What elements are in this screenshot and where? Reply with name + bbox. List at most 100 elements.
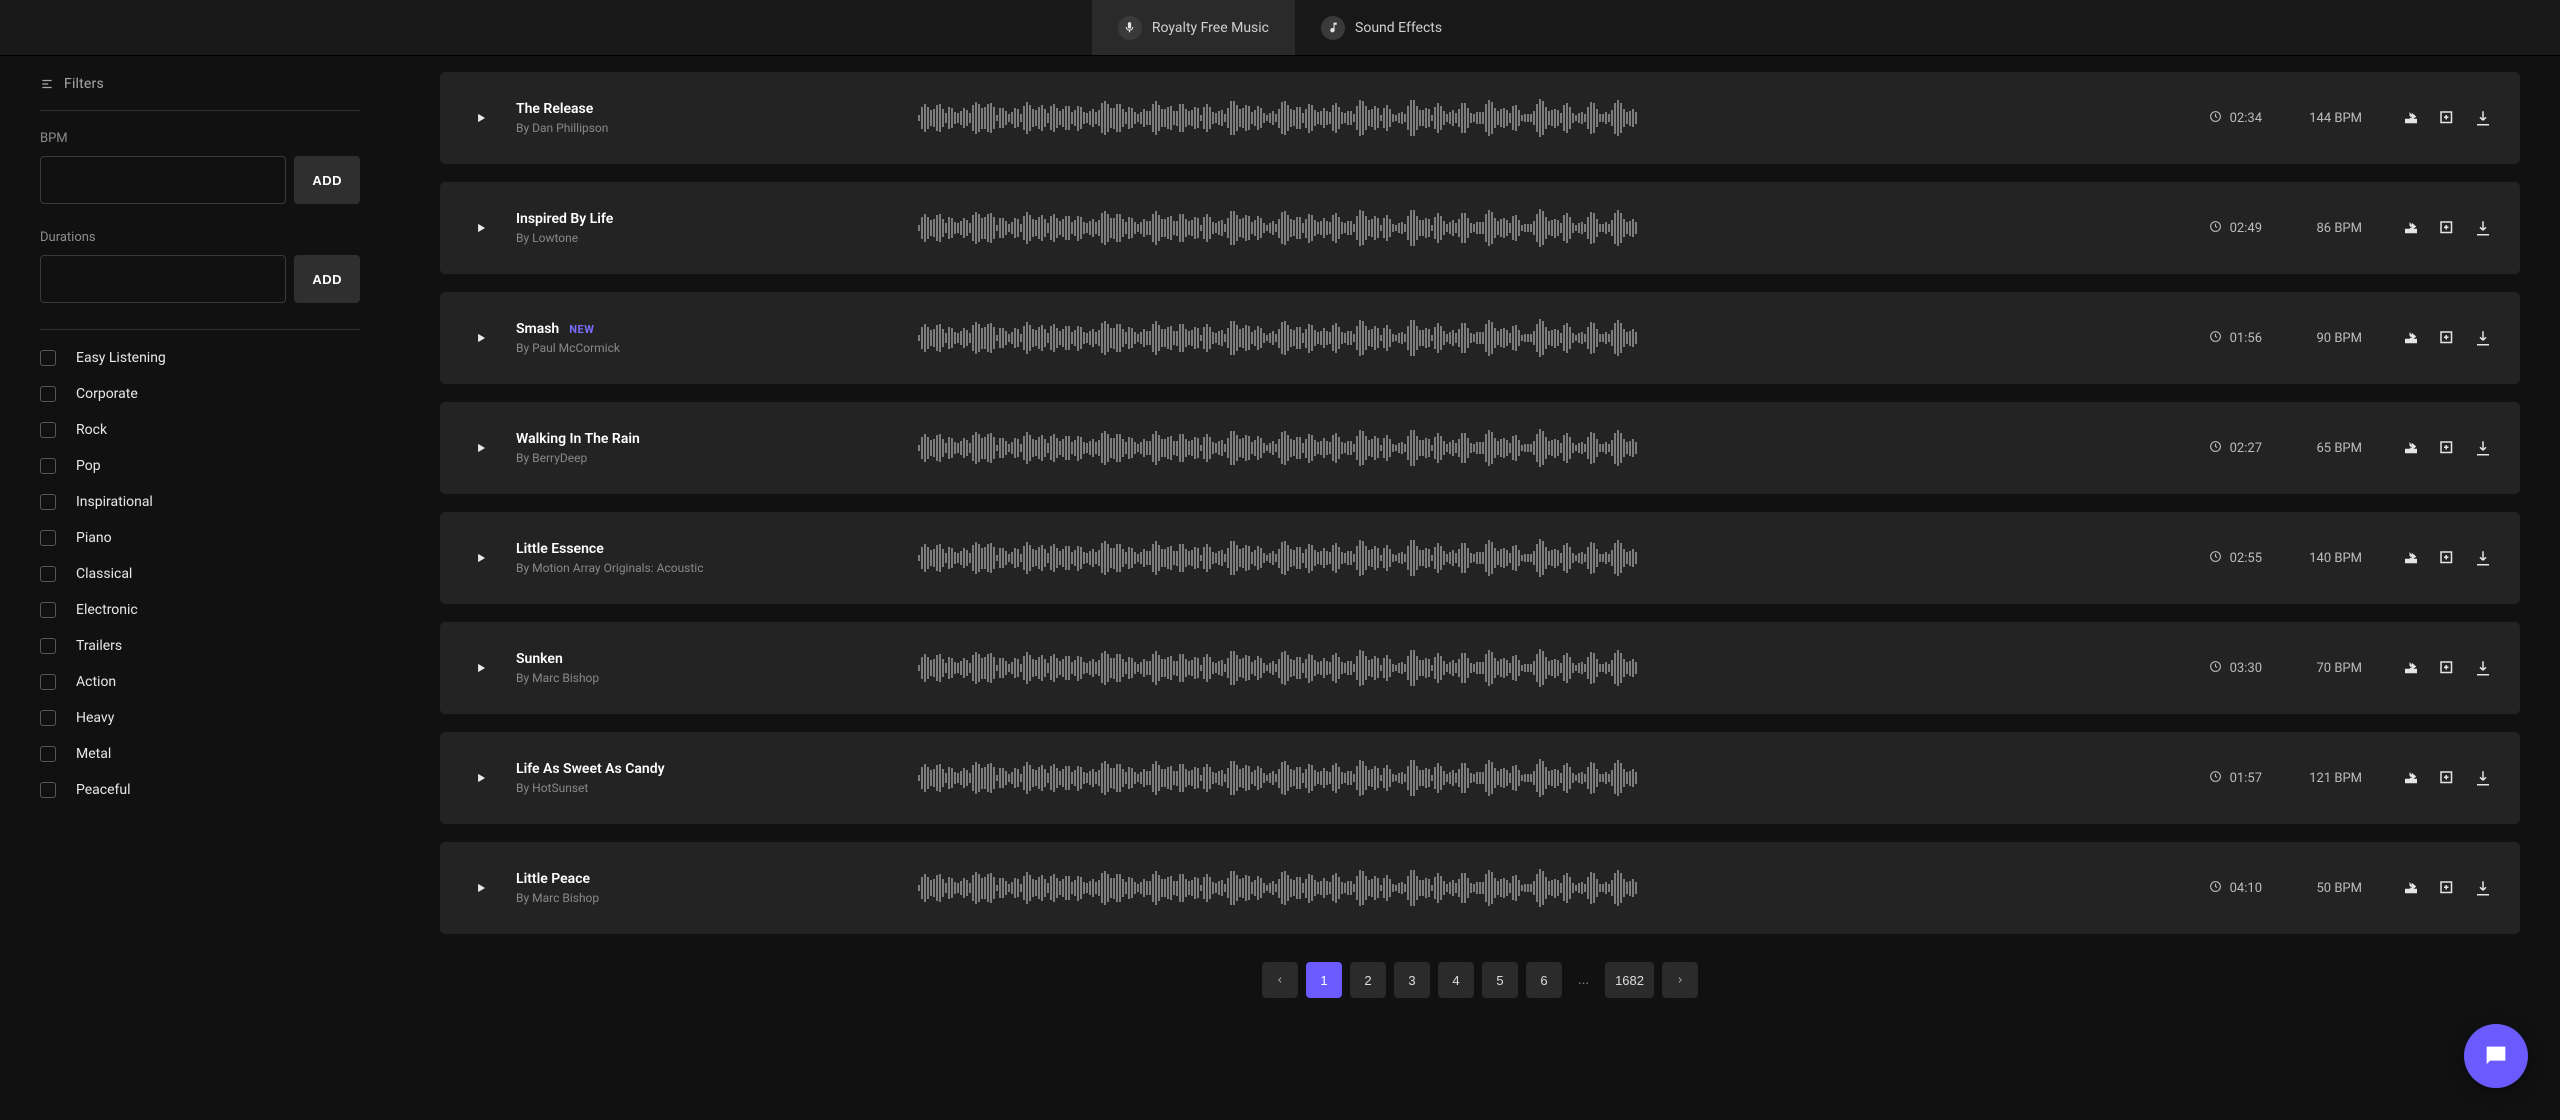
download-icon[interactable] xyxy=(2474,109,2492,127)
track-artist[interactable]: Marc Bishop xyxy=(532,671,599,685)
category-checkbox[interactable]: Classical xyxy=(40,566,360,582)
pagination-prev-button[interactable] xyxy=(1262,962,1298,998)
waveform[interactable] xyxy=(918,757,2162,799)
category-checkbox[interactable]: Inspirational xyxy=(40,494,360,510)
add-to-collection-icon[interactable] xyxy=(2438,329,2456,347)
pagination-page-button[interactable]: 5 xyxy=(1482,962,1518,998)
category-checkbox[interactable]: Trailers xyxy=(40,638,360,654)
play-button[interactable] xyxy=(468,105,494,131)
share-icon[interactable] xyxy=(2402,439,2420,457)
waveform[interactable] xyxy=(918,317,2162,359)
download-icon[interactable] xyxy=(2474,329,2492,347)
waveform[interactable] xyxy=(918,537,2162,579)
category-checkbox[interactable]: Metal xyxy=(40,746,360,762)
track-title[interactable]: Sunken xyxy=(516,651,563,667)
chevron-left-icon xyxy=(1275,975,1285,985)
play-button[interactable] xyxy=(468,545,494,571)
category-label: Electronic xyxy=(76,602,138,618)
track-artist[interactable]: BerryDeep xyxy=(532,451,587,465)
clock-icon xyxy=(2209,220,2222,237)
waveform[interactable] xyxy=(918,867,2162,909)
add-to-collection-icon[interactable] xyxy=(2438,219,2456,237)
bpm-input[interactable] xyxy=(40,156,286,204)
track-title[interactable]: Little Peace xyxy=(516,871,590,887)
track-title[interactable]: Little Essence xyxy=(516,541,604,557)
category-checkbox[interactable]: Electronic xyxy=(40,602,360,618)
chat-fab-button[interactable] xyxy=(2464,1024,2528,1088)
tab-sound-effects[interactable]: Sound Effects xyxy=(1295,0,1468,55)
play-button[interactable] xyxy=(468,875,494,901)
share-icon[interactable] xyxy=(2402,769,2420,787)
track-duration: 01:57 xyxy=(2184,770,2262,787)
track-bpm: 65 BPM xyxy=(2284,441,2362,456)
share-icon[interactable] xyxy=(2402,219,2420,237)
download-icon[interactable] xyxy=(2474,549,2492,567)
share-icon[interactable] xyxy=(2402,879,2420,897)
track-title[interactable]: Life As Sweet As Candy xyxy=(516,761,665,777)
durations-add-button[interactable]: ADD xyxy=(294,255,360,303)
artist-prefix: By xyxy=(516,891,532,905)
bpm-add-button[interactable]: ADD xyxy=(294,156,360,204)
track-artist[interactable]: Marc Bishop xyxy=(532,891,599,905)
category-label: Corporate xyxy=(76,386,138,402)
pagination-next-button[interactable] xyxy=(1662,962,1698,998)
waveform[interactable] xyxy=(918,97,2162,139)
category-checkbox[interactable]: Piano xyxy=(40,530,360,546)
share-icon[interactable] xyxy=(2402,659,2420,677)
share-icon[interactable] xyxy=(2402,549,2420,567)
play-button[interactable] xyxy=(468,215,494,241)
track-title[interactable]: Smash xyxy=(516,321,559,337)
download-icon[interactable] xyxy=(2474,879,2492,897)
track-duration: 01:56 xyxy=(2184,330,2262,347)
pagination-page-button[interactable]: 4 xyxy=(1438,962,1474,998)
add-to-collection-icon[interactable] xyxy=(2438,769,2456,787)
tab-royalty-free-music[interactable]: Royalty Free Music xyxy=(1092,0,1295,55)
category-checkbox[interactable]: Rock xyxy=(40,422,360,438)
track-meta: Little Essence By Motion Array Originals:… xyxy=(516,541,896,575)
add-to-collection-icon[interactable] xyxy=(2438,549,2456,567)
track-artist[interactable]: HotSunset xyxy=(532,781,588,795)
duration-value: 02:55 xyxy=(2230,551,2262,566)
pagination-page-button[interactable]: 1 xyxy=(1306,962,1342,998)
play-button[interactable] xyxy=(468,325,494,351)
category-checkbox[interactable]: Heavy xyxy=(40,710,360,726)
category-checkbox[interactable]: Action xyxy=(40,674,360,690)
share-icon[interactable] xyxy=(2402,329,2420,347)
pagination-page-button[interactable]: 2 xyxy=(1350,962,1386,998)
track-title[interactable]: The Release xyxy=(516,101,593,117)
waveform[interactable] xyxy=(918,427,2162,469)
add-to-collection-icon[interactable] xyxy=(2438,879,2456,897)
play-button[interactable] xyxy=(468,435,494,461)
download-icon[interactable] xyxy=(2474,769,2492,787)
waveform[interactable] xyxy=(918,207,2162,249)
pagination-page-button[interactable]: 3 xyxy=(1394,962,1430,998)
play-button[interactable] xyxy=(468,765,494,791)
track-title[interactable]: Walking In The Rain xyxy=(516,431,640,447)
category-checkbox[interactable]: Easy Listening xyxy=(40,350,360,366)
share-icon[interactable] xyxy=(2402,109,2420,127)
download-icon[interactable] xyxy=(2474,659,2492,677)
track-artist[interactable]: Lowtone xyxy=(532,231,578,245)
play-button[interactable] xyxy=(468,655,494,681)
pagination-last-button[interactable]: 1682 xyxy=(1605,962,1654,998)
download-icon[interactable] xyxy=(2474,219,2492,237)
category-checkbox[interactable]: Pop xyxy=(40,458,360,474)
clock-icon xyxy=(2209,330,2222,347)
track-bpm: 86 BPM xyxy=(2284,221,2362,236)
category-checkbox[interactable]: Peaceful xyxy=(40,782,360,798)
pagination-page-button[interactable]: 6 xyxy=(1526,962,1562,998)
track-title[interactable]: Inspired By Life xyxy=(516,211,613,227)
waveform[interactable] xyxy=(918,647,2162,689)
download-icon[interactable] xyxy=(2474,439,2492,457)
track-artist[interactable]: Paul McCormick xyxy=(532,341,620,355)
track-artist[interactable]: Dan Phillipson xyxy=(532,121,608,135)
track-duration: 02:34 xyxy=(2184,110,2262,127)
durations-input[interactable] xyxy=(40,255,286,303)
add-to-collection-icon[interactable] xyxy=(2438,109,2456,127)
add-to-collection-icon[interactable] xyxy=(2438,659,2456,677)
add-to-collection-icon[interactable] xyxy=(2438,439,2456,457)
track-duration: 03:30 xyxy=(2184,660,2262,677)
artist-prefix: By xyxy=(516,561,532,575)
track-artist[interactable]: Motion Array Originals: Acoustic xyxy=(532,561,703,575)
category-checkbox[interactable]: Corporate xyxy=(40,386,360,402)
